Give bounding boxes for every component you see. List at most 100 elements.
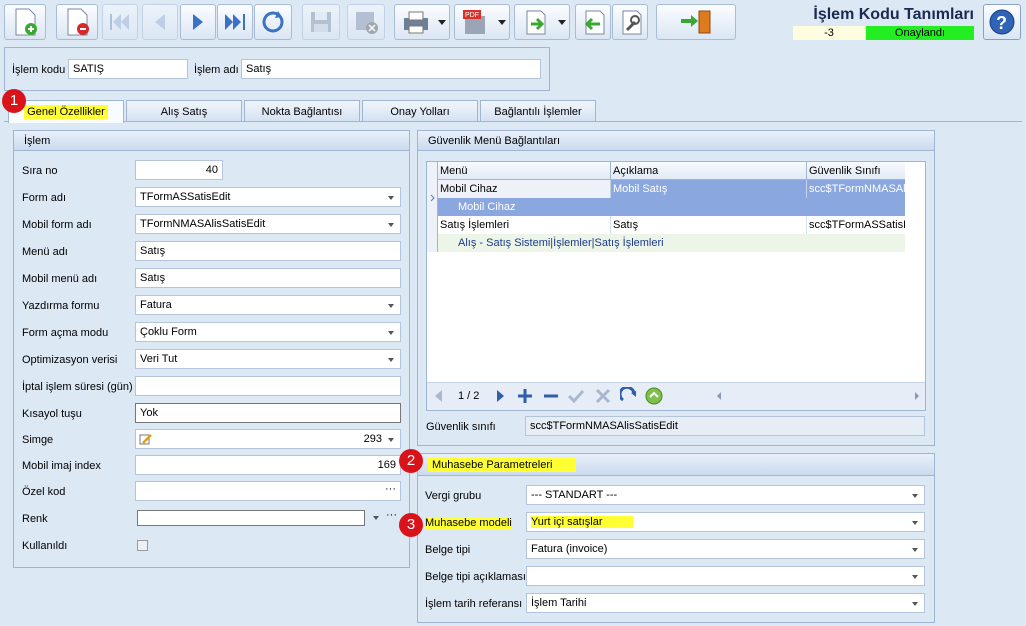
next-record-button[interactable] xyxy=(180,4,216,40)
menu-adi-field[interactable]: Satış xyxy=(135,241,401,261)
islem-tarih-referansi-combo[interactable]: İşlem Tarihi xyxy=(526,593,925,613)
ellipsis-icon[interactable]: ··· xyxy=(386,509,397,521)
help-button[interactable]: ? xyxy=(983,4,1021,40)
table-row-1-detail[interactable]: Mobil Cihaz xyxy=(438,198,905,216)
export-button[interactable] xyxy=(514,4,570,40)
grid-header-sinif[interactable]: Güvenlik Sınıfı xyxy=(807,162,905,180)
iptal-suresi-field[interactable] xyxy=(135,376,401,396)
renk-label: Renk xyxy=(22,513,48,525)
table-row-1-aciklama[interactable]: Mobil Satış xyxy=(611,180,807,198)
guvenlik-sinifi-field[interactable]: scc$TFormNMASAlisSatisEdit xyxy=(525,416,925,436)
simge-combo[interactable]: 293 xyxy=(135,429,401,449)
belge-tipi-value: Fatura (invoice) xyxy=(531,543,608,555)
refresh-icon[interactable] xyxy=(620,387,638,405)
marker-1: 1 xyxy=(2,89,26,113)
previous-record-button[interactable] xyxy=(142,4,178,40)
chevron-down-icon[interactable] xyxy=(388,438,394,442)
pdf-export-button[interactable]: PDF xyxy=(454,4,510,40)
grid-header-menu[interactable]: Menü xyxy=(438,162,611,180)
chevron-down-icon[interactable] xyxy=(558,20,566,25)
renk-color-box[interactable] xyxy=(137,510,365,526)
chevron-down-icon[interactable] xyxy=(912,494,918,498)
chevron-down-icon[interactable] xyxy=(912,548,918,552)
mobil-imaj-index-field[interactable]: 169 xyxy=(135,455,401,475)
form-acma-modu-label: Form açma modu xyxy=(22,327,109,339)
tab-nokta-baglantisi[interactable]: Nokta Bağlantısı xyxy=(244,100,360,122)
mobil-form-adi-value: TFormNMASAlisSatisEdit xyxy=(140,218,266,230)
scroll-left-icon[interactable] xyxy=(714,388,724,404)
minus-icon[interactable] xyxy=(542,387,560,405)
nav-next-icon[interactable] xyxy=(493,388,507,404)
yazdirma-formu-combo[interactable]: Fatura xyxy=(135,295,401,315)
plus-icon[interactable] xyxy=(516,387,534,405)
mobil-menu-adi-field[interactable]: Satış xyxy=(135,268,401,288)
muhasebe-modeli-combo[interactable]: Yurt içi satışlar xyxy=(526,512,925,532)
form-adi-combo[interactable]: TFormASSatisEdit xyxy=(135,187,401,207)
table-row-2-menu[interactable]: Satış İşlemleri xyxy=(438,216,611,234)
horizontal-scrollbar[interactable] xyxy=(714,388,922,404)
chevron-down-icon[interactable] xyxy=(912,602,918,606)
new-button[interactable] xyxy=(4,4,46,40)
import-icon xyxy=(584,10,605,35)
name-field[interactable]: Satış xyxy=(241,59,541,79)
kullanildi-label: Kullanıldı xyxy=(22,540,68,552)
pdf-export-icon: PDF xyxy=(463,10,485,34)
chevron-down-icon[interactable] xyxy=(373,516,379,520)
table-row-1-sinif[interactable]: scc$TFormNMASAlis xyxy=(807,180,905,198)
chevron-down-icon[interactable] xyxy=(912,521,918,525)
vergi-grubu-combo[interactable]: --- STANDART --- xyxy=(526,485,925,505)
cancel-x-icon[interactable] xyxy=(594,387,612,405)
cancel-button[interactable] xyxy=(347,4,385,40)
nav-prev-icon[interactable] xyxy=(432,388,446,404)
up-arrow-icon[interactable] xyxy=(645,387,663,405)
sira-no-field[interactable]: 40 xyxy=(135,160,223,180)
optimizasyon-verisi-combo[interactable]: Veri Tut xyxy=(135,349,401,369)
tab-alis-satis[interactable]: Alış Satış xyxy=(126,100,242,122)
last-record-button[interactable] xyxy=(217,4,253,40)
simge-value: 293 xyxy=(363,433,382,445)
refresh-button[interactable] xyxy=(254,4,292,40)
kullanildi-checkbox[interactable] xyxy=(137,540,148,551)
grid-header-aciklama[interactable]: Açıklama xyxy=(611,162,807,180)
exit-button[interactable] xyxy=(656,4,736,40)
ozel-kod-field[interactable]: ··· xyxy=(135,481,401,501)
cancel-icon xyxy=(356,12,378,34)
print-button[interactable] xyxy=(394,4,450,40)
kisayol-tusu-field[interactable]: Yok xyxy=(135,403,401,423)
nav-page-indicator: 1 / 2 xyxy=(458,390,480,402)
belge-tipi-combo[interactable]: Fatura (invoice) xyxy=(526,539,925,559)
ellipsis-icon[interactable]: ··· xyxy=(385,483,396,495)
pencil-icon xyxy=(139,434,152,445)
tab-baglantili-islemler[interactable]: Bağlantılı İşlemler xyxy=(480,100,596,122)
table-row-2-detail[interactable]: Alış - Satış Sistemi|İşlemler|Satış İşle… xyxy=(438,234,905,252)
chevron-down-icon[interactable] xyxy=(912,575,918,579)
chevron-down-icon[interactable] xyxy=(388,223,394,227)
check-icon[interactable] xyxy=(567,387,585,405)
tab-onay-yollari[interactable]: Onay Yolları xyxy=(362,100,478,122)
chevron-down-icon[interactable] xyxy=(498,20,506,25)
import-button[interactable] xyxy=(575,4,611,40)
mobil-form-adi-combo[interactable]: TFormNMASAlisSatisEdit xyxy=(135,214,401,234)
delete-button[interactable] xyxy=(56,4,98,40)
scroll-right-icon[interactable] xyxy=(912,388,922,404)
new-document-icon xyxy=(15,8,37,36)
code-field[interactable]: SATIŞ xyxy=(68,59,188,79)
chevron-down-icon[interactable] xyxy=(388,331,394,335)
table-row-1-menu[interactable]: Mobil Cihaz xyxy=(438,180,611,198)
chevron-down-icon[interactable] xyxy=(388,304,394,308)
table-row-2-aciklama[interactable]: Satış xyxy=(611,216,807,234)
table-row-2-sinif[interactable]: scc$TFormASSatisE xyxy=(807,216,905,234)
save-button[interactable] xyxy=(302,4,340,40)
form-acma-modu-combo[interactable]: Çoklu Form xyxy=(135,322,401,342)
chevron-down-icon[interactable] xyxy=(388,358,394,362)
belge-tipi-aciklamasi-combo[interactable] xyxy=(526,566,925,586)
form-acma-modu-value: Çoklu Form xyxy=(140,326,197,338)
renk-field[interactable]: ··· xyxy=(135,508,401,528)
tools-button[interactable] xyxy=(612,4,648,40)
first-record-button[interactable] xyxy=(102,4,138,40)
chevron-down-icon[interactable] xyxy=(438,20,446,25)
refresh-icon xyxy=(262,11,284,33)
form-adi-label: Form adı xyxy=(22,192,67,204)
chevron-down-icon[interactable] xyxy=(388,196,394,200)
muhasebe-modeli-label: Muhasebe modeli xyxy=(425,517,512,529)
